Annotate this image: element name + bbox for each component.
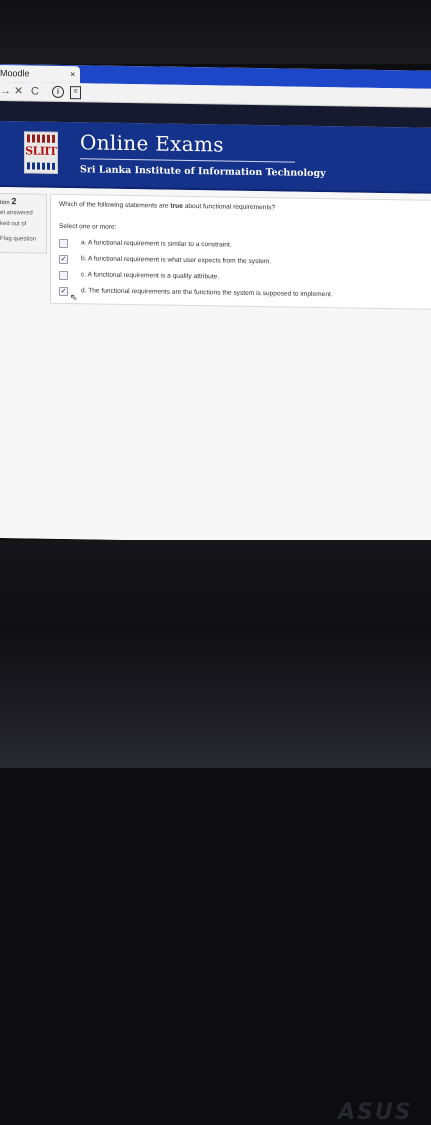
page-subtitle: Sri Lanka Institute of Information Techn… [80,164,326,180]
question-text-emphasis: true [170,202,183,210]
option-b-checkbox[interactable]: ✓ [59,254,68,265]
question-text-start: Which of the following statements are [59,200,171,210]
option-d-checkbox[interactable]: ✓ [59,286,68,297]
tab-close-icon[interactable]: × [70,66,75,83]
stop-icon[interactable]: ✕ [14,84,23,98]
option-c-label[interactable]: c. A functional requirement is a quality… [81,271,219,280]
question-text: Which of the following statements are tr… [59,201,275,211]
sliit-logo[interactable]: SLIIT [24,131,58,174]
laptop-bezel-bottom: ASUS [0,540,431,1125]
mouse-cursor-icon: ⇖ [70,292,78,303]
question-number-label: tion [0,200,10,207]
laptop-screen: Moodle × → ✕ C i ≡ SLIIT Online Exams Sr… [0,64,431,545]
tab-title: Moodle [0,68,30,79]
reload-icon[interactable]: C [31,84,39,98]
flag-question-link[interactable]: Flag question [0,236,36,243]
question-number: tion 2 [0,196,16,206]
answer-prompt: Select one or more: [59,222,117,231]
question-text-end: about functional requirements? [182,202,276,212]
option-b-label[interactable]: b. A functional requirement is what user… [81,255,271,265]
option-a-label[interactable]: a. A functional requirement is similar t… [81,239,232,248]
logo-pattern-bottom [27,162,55,170]
brand-logo: ASUS [338,1100,413,1125]
logo-pattern-top [27,134,55,143]
question-state: et answered [0,210,33,217]
question-box: Which of the following statements are tr… [50,193,431,310]
option-a-checkbox[interactable] [59,238,68,249]
question-info-panel: tion 2 et answered ked out of Flag quest… [0,193,47,254]
site-info-icon[interactable]: i [52,85,64,99]
question-mark: ked out of [0,221,27,228]
forward-arrow-icon[interactable]: → [0,84,11,98]
site-header: SLIIT Online Exams Sri Lanka Institute o… [0,121,431,194]
reader-view-icon[interactable]: ≡ [70,86,81,100]
browser-tab[interactable]: Moodle × [0,65,80,84]
option-c-checkbox[interactable] [59,270,68,281]
title-divider [80,158,295,163]
laptop-bezel-top [0,0,431,64]
logo-text: SLIIT [25,144,57,158]
quiz-content: tion 2 et answered ked out of Flag quest… [0,187,431,545]
question-number-value: 2 [11,196,17,207]
page-title: Online Exams [80,130,224,157]
option-d-label[interactable]: d. The functional requirements are the f… [81,287,333,298]
